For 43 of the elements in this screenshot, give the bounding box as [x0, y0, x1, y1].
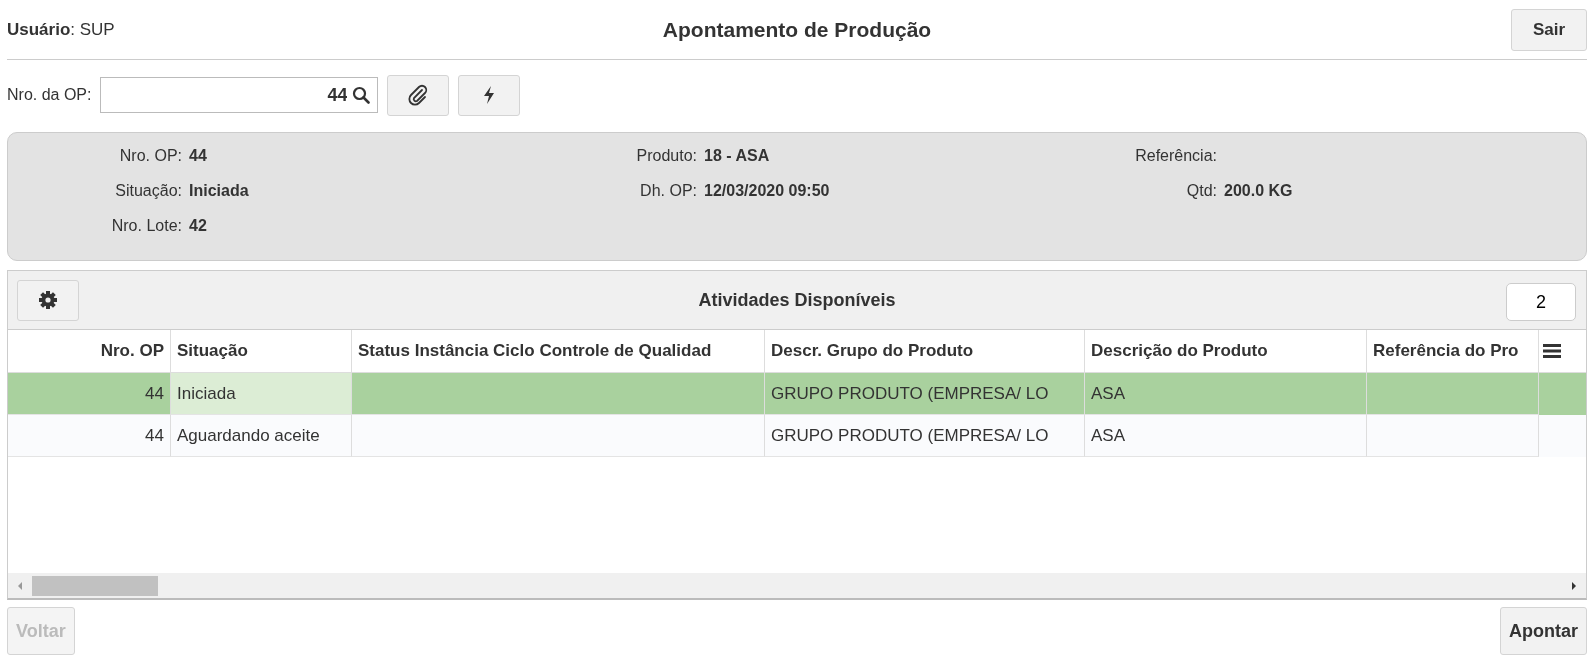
field-value: 200.0 KG — [1224, 182, 1294, 201]
column-header[interactable]: Situação — [171, 330, 352, 372]
column-header[interactable]: Nro. OP — [8, 330, 171, 372]
field-label: Qtd: — [1185, 182, 1217, 201]
field-label: Dh. OP: — [639, 182, 697, 201]
paperclip-icon — [407, 84, 430, 106]
table-row[interactable]: 44 Aguardando aceite GRUPO PRODUTO (EMPRESA/ LO ASA — [8, 415, 1586, 457]
table-cell: GRUPO PRODUTO (EMPRESA/ LO — [765, 415, 1085, 457]
scroll-right-icon[interactable] — [1570, 580, 1578, 591]
submit-button[interactable]: Apontar — [1500, 607, 1587, 655]
exit-button[interactable]: Sair — [1511, 8, 1587, 51]
count-tooltip: 2 — [1506, 283, 1576, 321]
field-label: Nro. OP: — [118, 147, 182, 166]
field-value: 42 — [189, 217, 208, 236]
table-cell: Iniciada — [171, 373, 352, 415]
op-number-field[interactable]: 44 — [100, 77, 379, 113]
column-header[interactable]: Descrição do Produto — [1085, 330, 1367, 372]
column-header[interactable]: Referência do Pro — [1367, 330, 1539, 372]
lightning-icon — [483, 86, 496, 104]
column-header[interactable]: Descr. Grupo do Produto — [765, 330, 1085, 372]
field-label: Nro. Lote: — [110, 217, 182, 236]
user-label: Usuário: SUP — [7, 19, 115, 40]
table-row[interactable]: 44 Iniciada GRUPO PRODUTO (EMPRESA/ LO ASA — [8, 373, 1586, 415]
field-label: Referência: — [1134, 147, 1217, 166]
page-title: Apontamento de Produção — [662, 17, 932, 42]
field-value: 18 - ASA — [704, 147, 771, 166]
menu-icon[interactable] — [1543, 343, 1561, 359]
attach-button[interactable] — [387, 74, 450, 116]
table-cell: 44 — [8, 415, 171, 457]
horizontal-scrollbar[interactable] — [8, 573, 1586, 598]
column-header[interactable]: Status Instância Ciclo Controle de Qualidad — [352, 330, 765, 372]
field-label: Produto: — [635, 147, 697, 166]
settings-button[interactable] — [17, 279, 79, 321]
field-label: Situação: — [114, 182, 182, 201]
grid-title: Atividades Disponíveis — [698, 289, 896, 311]
op-number-label: Nro. da OP: — [7, 86, 92, 104]
table-cell: ASA — [1085, 415, 1367, 457]
field-value: 44 — [189, 147, 208, 166]
table-cell: Aguardando aceite — [171, 415, 352, 457]
settings-icon — [38, 290, 58, 310]
field-value: Iniciada — [189, 182, 250, 201]
search-icon[interactable] — [352, 86, 371, 104]
field-value: 12/03/2020 09:50 — [704, 182, 831, 201]
